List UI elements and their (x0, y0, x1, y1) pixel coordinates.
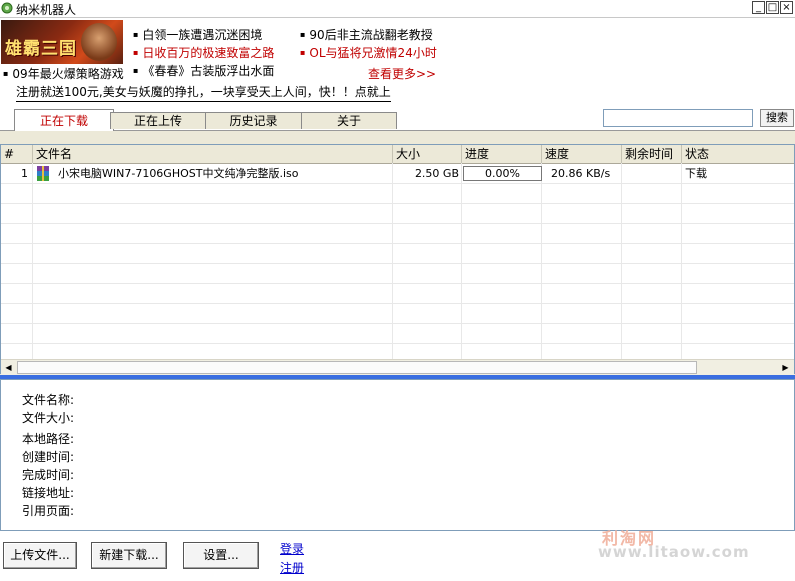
detail-link-url-label: 链接地址: (22, 486, 75, 500)
app-icon (1, 2, 13, 14)
more-link[interactable]: 查看更多>> (368, 65, 436, 82)
tab-bar: 正在下载 正在上传 历史记录 关于 搜索 (0, 104, 795, 131)
promo-link[interactable]: 注册就送100元,美女与妖魔的挣扎，一块享受天上人间，快！！点就上 (16, 83, 391, 102)
window-title: 纳米机器人 (16, 3, 77, 17)
download-list[interactable]: # 文件名 大小 进度 速度 剩余时间 状态 1 小宋电脑WIN7-7106GH… (0, 144, 795, 375)
column-index[interactable]: # (1, 145, 33, 163)
column-filename[interactable]: 文件名 (33, 145, 393, 163)
detail-file-size-label: 文件大小: (22, 411, 75, 425)
archive-file-icon (37, 166, 49, 181)
row-progress-text: 0.00% (485, 167, 520, 180)
list-header: # 文件名 大小 进度 速度 剩余时间 状态 (1, 145, 794, 164)
row-filename: 小宋电脑WIN7-7106GHOST中文纯净完整版.iso (58, 167, 299, 180)
ad-image-caption[interactable]: 09年最火爆策略游戏 (3, 65, 123, 82)
watermark-url: www.litaow.com (598, 543, 750, 561)
horizontal-scrollbar[interactable]: ◀ ▶ (1, 359, 794, 375)
search-input[interactable] (603, 109, 753, 127)
column-remaining[interactable]: 剩余时间 (622, 145, 682, 163)
scroll-right-arrow-icon[interactable]: ▶ (778, 360, 793, 375)
ad-link-1[interactable]: 白领一族遭遇沉迷困境 (133, 26, 262, 43)
row-progress-bar: 0.00% (463, 166, 542, 181)
ad-link-2[interactable]: 日收百万的极速致富之路 (133, 44, 274, 61)
row-size: 2.50 GB (414, 167, 459, 180)
tab-history[interactable]: 历史记录 (205, 112, 302, 129)
detail-referer-label: 引用页面: (22, 504, 75, 518)
minimize-button[interactable]: _ (752, 1, 765, 14)
file-details-panel: 文件名称: 文件大小: 本地路径: 创建时间: 完成时间: 链接地址: 引用页面… (0, 379, 795, 531)
row-index: 1 (21, 167, 28, 180)
ad-link-5[interactable]: OL与猛将兄激情24小时 (300, 44, 436, 61)
settings-button[interactable]: 设置... (183, 542, 259, 569)
ad-image[interactable]: 雄霸三国 (1, 20, 123, 64)
column-status[interactable]: 状态 (682, 145, 794, 163)
row-status: 下载 (685, 167, 707, 180)
ad-image-text: 雄霸三国 (5, 39, 77, 59)
ad-banner: 雄霸三国 09年最火爆策略游戏 白领一族遭遇沉迷困境 日收百万的极速致富之路 《… (0, 18, 795, 104)
detail-completed-time-label: 完成时间: (22, 468, 75, 482)
scrollbar-thumb[interactable] (17, 361, 697, 374)
tab-downloading[interactable]: 正在下载 (14, 109, 114, 131)
maximize-button[interactable]: □ (766, 1, 779, 14)
register-link[interactable]: 注册 (280, 559, 304, 576)
detail-local-path-label: 本地路径: (22, 432, 75, 446)
detail-created-time-label: 创建时间: (22, 450, 75, 464)
row-speed: 20.86 KB/s (551, 167, 611, 180)
scroll-left-arrow-icon[interactable]: ◀ (1, 360, 16, 375)
close-button[interactable]: × (780, 1, 793, 14)
ad-image-portrait (81, 23, 117, 61)
detail-file-name-label: 文件名称: (22, 393, 75, 407)
column-speed[interactable]: 速度 (542, 145, 622, 163)
title-bar: 纳米机器人 _ □ × (0, 0, 795, 18)
new-download-button[interactable]: 新建下载... (91, 542, 167, 569)
upload-file-button[interactable]: 上传文件... (3, 542, 77, 569)
ad-link-4[interactable]: 90后非主流战翻老教授 (300, 26, 432, 43)
search-button[interactable]: 搜索 (760, 109, 794, 127)
login-link[interactable]: 登录 (280, 540, 304, 557)
tab-about[interactable]: 关于 (301, 112, 397, 129)
column-size[interactable]: 大小 (393, 145, 462, 163)
tab-uploading[interactable]: 正在上传 (110, 112, 206, 129)
ad-link-3[interactable]: 《春春》古装版浮出水面 (133, 62, 274, 79)
column-progress[interactable]: 进度 (462, 145, 542, 163)
